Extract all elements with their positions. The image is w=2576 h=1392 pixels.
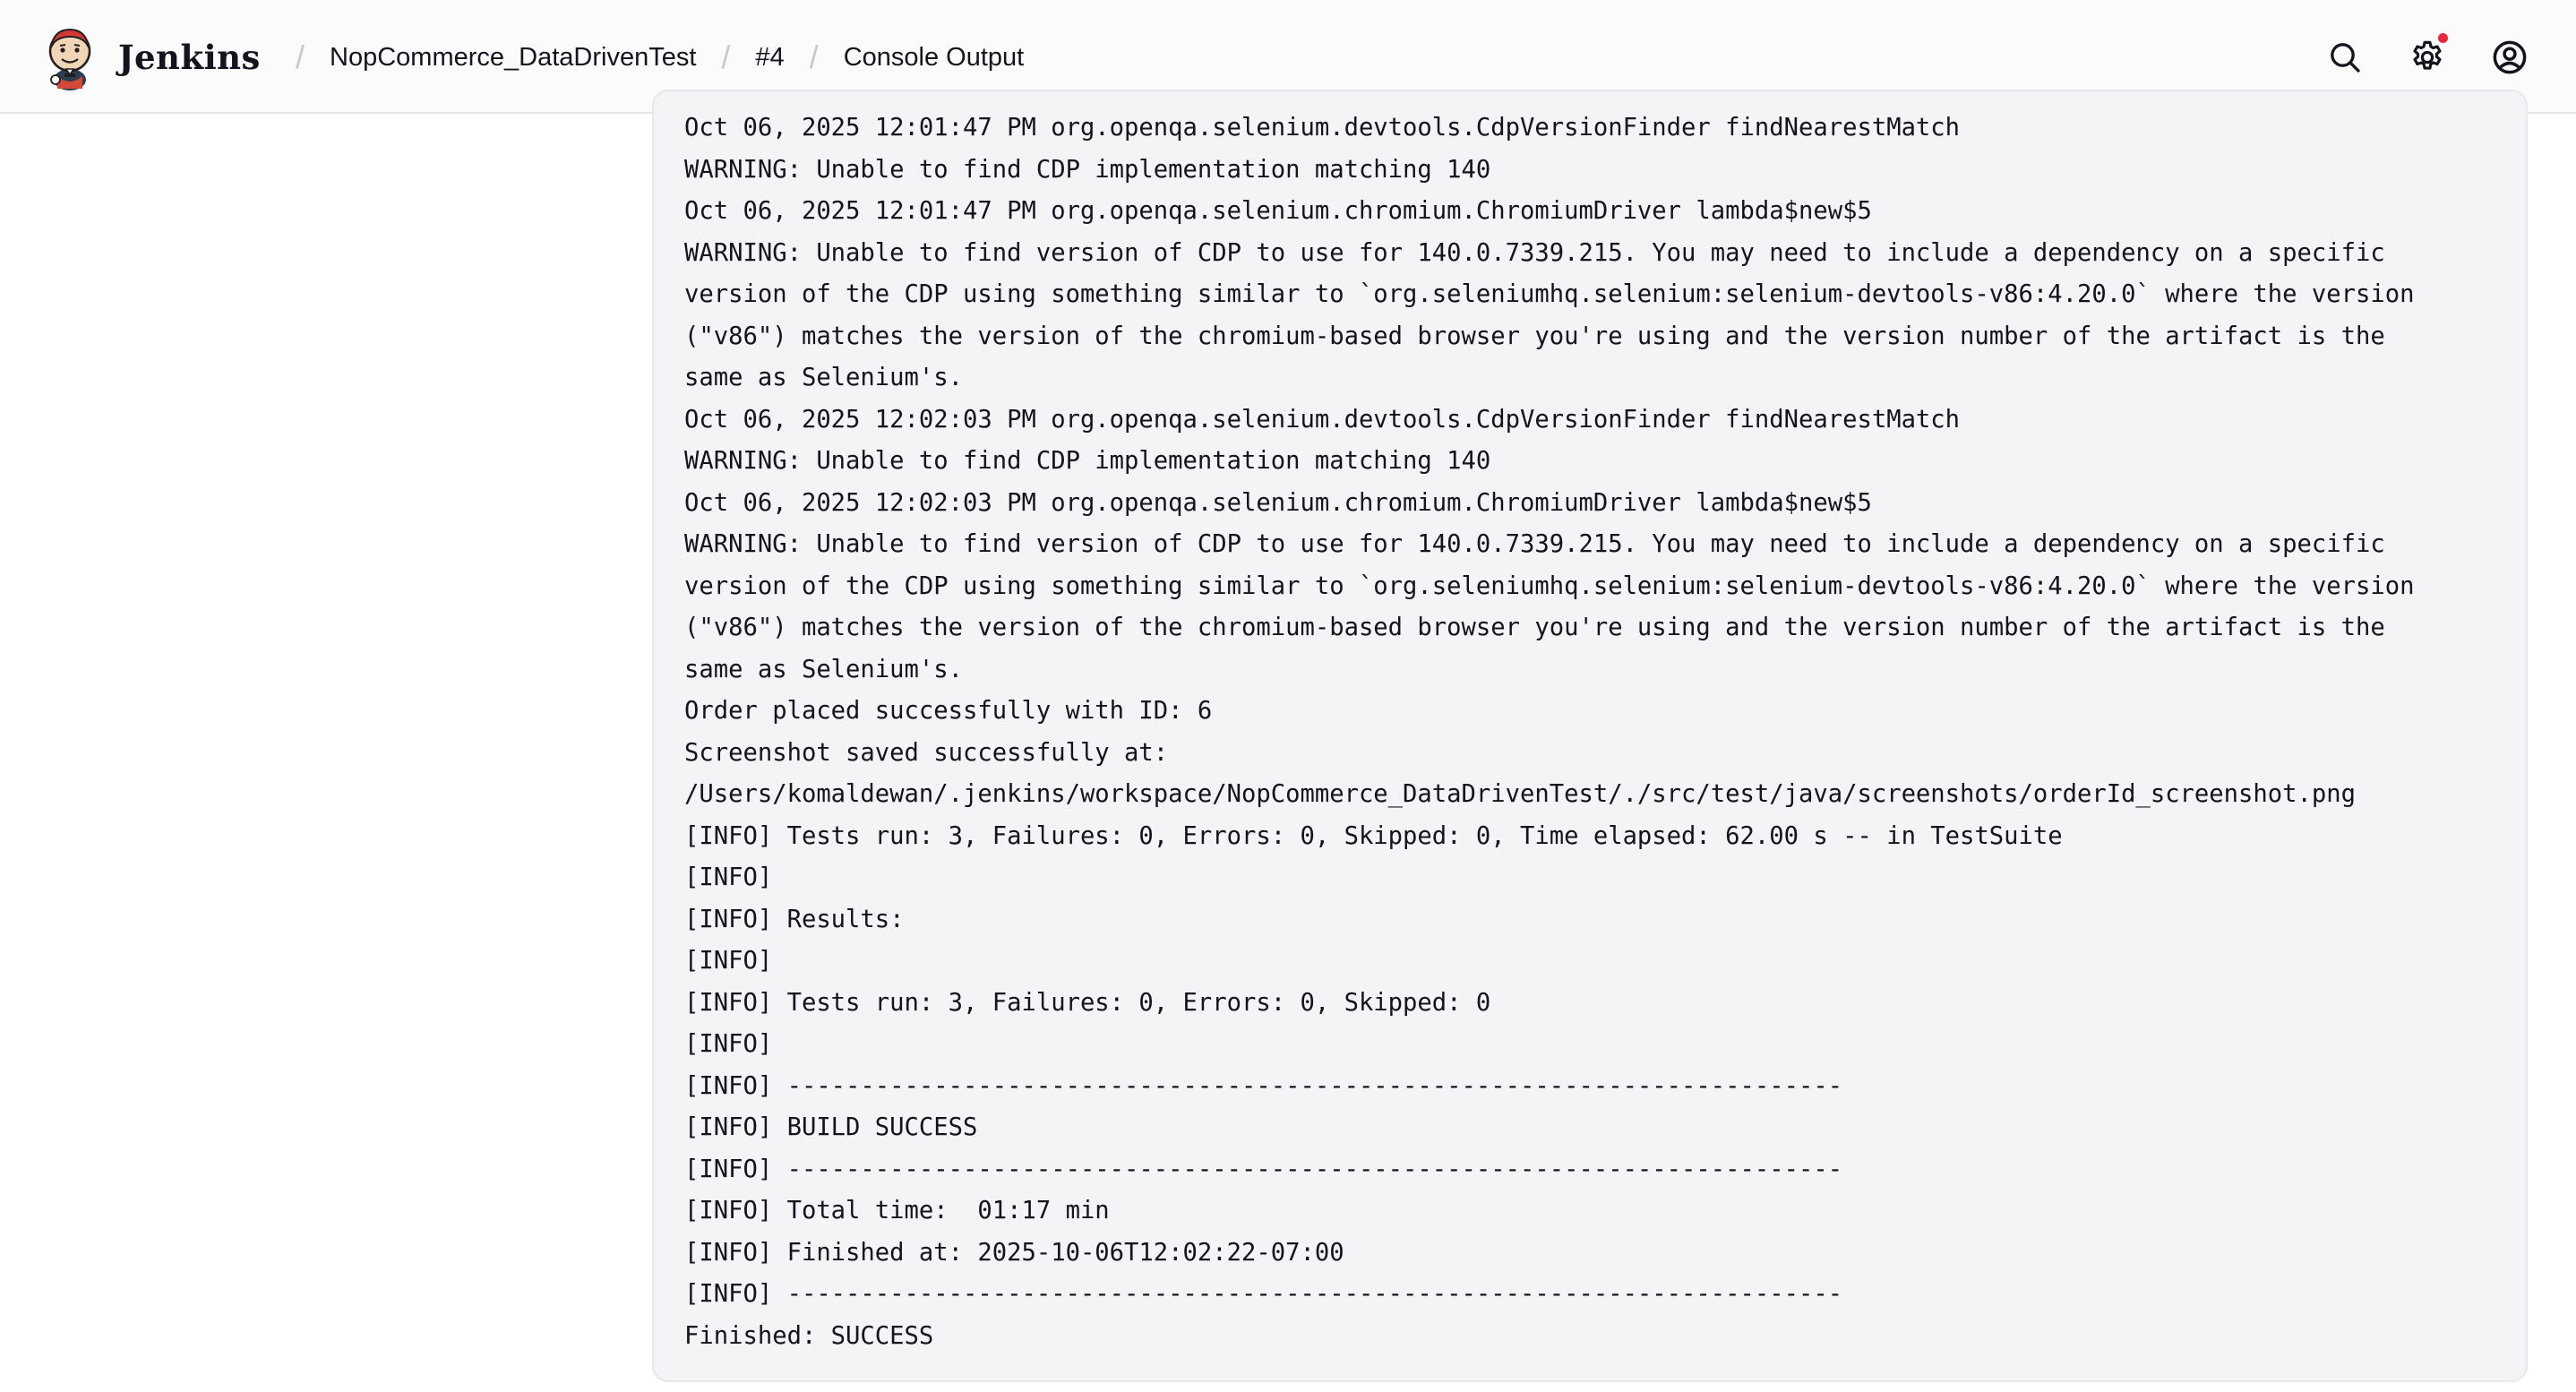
console-line: same as Selenium's. xyxy=(684,364,963,391)
manage-jenkins-button[interactable] xyxy=(2397,27,2458,88)
breadcrumb-separator: / xyxy=(296,39,305,75)
breadcrumb-item-build[interactable]: #4 xyxy=(755,43,784,73)
console-line: WARNING: Unable to find CDP implementati… xyxy=(684,155,1491,184)
app-name: Jenkins xyxy=(118,38,261,77)
console-line: [INFO] ---------------------------------… xyxy=(684,1071,1843,1100)
breadcrumb: / NopCommerce_DataDrivenTest / #4 / Cons… xyxy=(270,34,1024,81)
console-line: Oct 06, 2025 12:02:03 PM org.openqa.sele… xyxy=(684,405,1961,434)
jenkins-home-link[interactable]: Jenkins xyxy=(45,23,261,91)
console-line: version of the CDP using something simil… xyxy=(684,571,2415,600)
console-line: [INFO] xyxy=(684,864,773,891)
console-line: Screenshot saved successfully at: xyxy=(684,738,1169,767)
console-line: version of the CDP using something simil… xyxy=(684,280,2415,308)
console-line: [INFO] xyxy=(684,947,773,975)
console-line: WARNING: Unable to find version of CDP t… xyxy=(684,530,2385,558)
user-icon xyxy=(2493,40,2527,74)
console-line: [INFO] Finished at: 2025-10-06T12:02:22-… xyxy=(684,1238,1344,1267)
console-line: [INFO] Total time: 01:17 min xyxy=(684,1197,1110,1224)
console-line: Oct 06, 2025 12:02:03 PM org.openqa.sele… xyxy=(684,488,1872,517)
console-line: WARNING: Unable to find CDP implementati… xyxy=(684,447,1491,475)
console-line: [INFO] ---------------------------------… xyxy=(684,1155,1843,1183)
header-actions xyxy=(2293,27,2540,88)
console-line: WARNING: Unable to find version of CDP t… xyxy=(684,238,2385,267)
console-line: same as Selenium's. xyxy=(684,655,963,683)
console-line: [INFO] Tests run: 3, Failures: 0, Errors… xyxy=(684,988,1491,1017)
gear-icon xyxy=(2413,40,2442,70)
console-line: [INFO] ---------------------------------… xyxy=(684,1280,1843,1308)
breadcrumb-separator: / xyxy=(809,39,819,75)
console-line: Order placed successfully with ID: 6 xyxy=(684,697,1213,725)
notification-badge xyxy=(2438,33,2448,43)
console-line: [INFO] xyxy=(684,1030,773,1058)
search-button[interactable] xyxy=(2314,27,2375,88)
breadcrumb-item-job[interactable]: NopCommerce_DataDrivenTest xyxy=(330,43,696,73)
breadcrumb-separator: / xyxy=(721,39,731,75)
breadcrumb-item-console-output[interactable]: Console Output xyxy=(844,43,1025,73)
user-account-button[interactable] xyxy=(2479,27,2540,88)
jenkins-logo-icon xyxy=(45,24,95,90)
console-line: Oct 06, 2025 12:01:47 PM org.openqa.sele… xyxy=(684,197,1872,225)
console-line: ("v86") matches the version of the chrom… xyxy=(684,614,2385,641)
search-icon xyxy=(2331,43,2360,73)
console-line: [INFO] BUILD SUCCESS xyxy=(684,1113,978,1141)
console-line: /Users/komaldewan/.jenkins/workspace/Nop… xyxy=(684,780,2356,808)
console-line: ("v86") matches the version of the chrom… xyxy=(684,322,2385,350)
console-line: [INFO] Tests run: 3, Failures: 0, Errors… xyxy=(684,821,2063,850)
console-output-panel: Oct 06, 2025 12:01:47 PM org.openqa.sele… xyxy=(652,90,2528,1382)
console-line: Oct 06, 2025 12:01:47 PM org.openqa.sele… xyxy=(684,114,1961,142)
console-line: Finished: SUCCESS xyxy=(684,1321,934,1350)
console-log: Oct 06, 2025 12:01:47 PM org.openqa.sele… xyxy=(684,107,2495,1357)
console-line: [INFO] Results: xyxy=(684,905,905,933)
